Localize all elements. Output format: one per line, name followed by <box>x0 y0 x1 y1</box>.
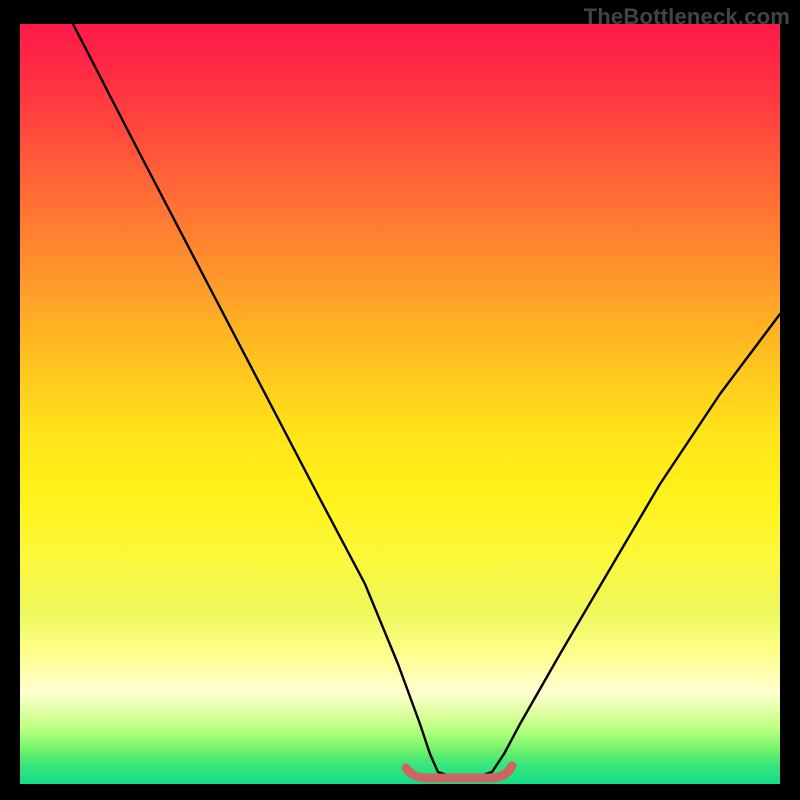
chart-frame: TheBottleneck.com <box>0 0 800 800</box>
plot-area <box>20 24 780 784</box>
bottleneck-curve-path <box>73 24 780 776</box>
curve-layer <box>20 24 780 784</box>
